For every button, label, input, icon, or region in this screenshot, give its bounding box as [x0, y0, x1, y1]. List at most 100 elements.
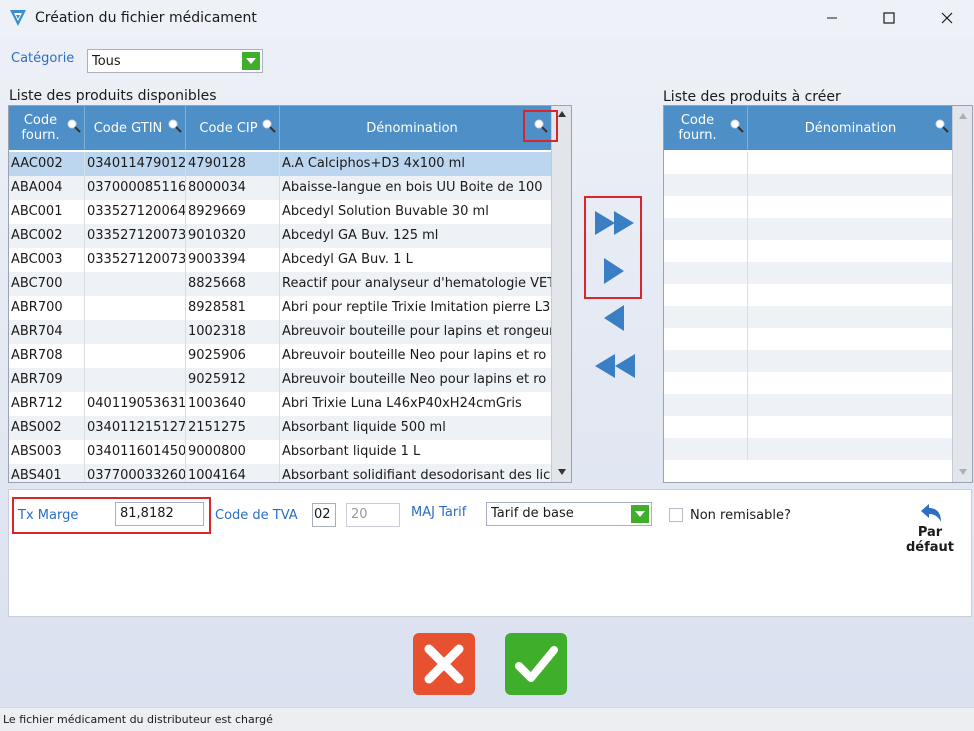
table-row[interactable]: ABR700 8928581 Abri pour reptile Trixie Im…: [9, 296, 552, 320]
title-bar: Création du fichier médicament: [0, 0, 974, 36]
scroll-up-icon[interactable]: [958, 112, 968, 120]
table-row[interactable]: ABR712 040119053631 1003640 Abri Trixie Lun…: [9, 392, 552, 416]
non-remisable-label: Non remisable?: [690, 508, 791, 523]
cancel-x-icon: [424, 644, 464, 684]
table-row[interactable]: ABC002 033527120073 9010320 Abcedyl GA Buv.…: [9, 224, 552, 248]
cancel-button[interactable]: [413, 633, 475, 695]
empty-cell: [664, 196, 748, 218]
maj-tarif-value: Tarif de base: [491, 506, 574, 521]
code-cip-cell: 1004164: [186, 464, 280, 482]
empty-cell: [664, 262, 748, 284]
available-products-grid[interactable]: Code fourn. Code GTIN Code CIP Dénominat…: [8, 105, 572, 483]
scroll-down-icon[interactable]: [557, 468, 567, 476]
remove-one-button[interactable]: [603, 304, 625, 332]
tocreate-products-grid[interactable]: Code fourn. Dénomination: [663, 105, 973, 483]
code-gtin-cell: 033527120073: [85, 248, 186, 272]
tocreate-list-title: Liste des produits à créer: [663, 89, 841, 105]
empty-cell: [664, 284, 748, 306]
code-fourn-cell: ABC700: [9, 272, 85, 296]
validate-button[interactable]: [505, 633, 567, 695]
par-defaut-button[interactable]: Par défaut: [900, 500, 960, 558]
code-fourn-cell: ABA004: [9, 176, 85, 200]
empty-row: [664, 174, 953, 196]
undo-arrow-icon: [921, 504, 941, 522]
table-row[interactable]: ABR704 1002318 Abreuvoir bouteille pour la…: [9, 320, 552, 344]
denomination-cell: Absorbant liquide 500 ml: [282, 420, 446, 435]
non-remisable-checkbox[interactable]: [669, 508, 683, 522]
code-cip-cell: 8929669: [186, 200, 280, 224]
chevron-down-icon[interactable]: [631, 505, 649, 523]
table-row[interactable]: ABS003 034011601450 9000800 Absorbant liqui…: [9, 440, 552, 464]
code-fourn-cell: ABC002: [9, 224, 85, 248]
code-cip-cell: 4790128: [186, 152, 280, 176]
search-icon[interactable]: [935, 119, 949, 133]
table-row[interactable]: AAC002 034011479012 4790128 A.A Calciphos+D…: [9, 152, 552, 176]
close-button[interactable]: [937, 8, 957, 28]
denomination-cell: Abreuvoir bouteille Neo pour lapins et r…: [282, 348, 547, 363]
empty-row: [664, 416, 953, 438]
empty-cell: [664, 416, 748, 438]
denomination-cell: Absorbant liquide 1 L: [282, 444, 421, 459]
empty-row: [664, 284, 953, 306]
empty-cell: [664, 350, 748, 372]
code-tva-label: Code de TVA: [215, 508, 298, 523]
window-title: Création du fichier médicament: [35, 10, 257, 26]
table-row[interactable]: ABR708 9025906 Abreuvoir bouteille Neo pou…: [9, 344, 552, 368]
denomination-cell: A.A Calciphos+D3 4x100 ml: [282, 156, 465, 171]
scroll-up-icon[interactable]: [557, 110, 567, 118]
denomination-cell: Abaisse-langue en bois UU Boite de 100: [282, 180, 543, 195]
search-icon[interactable]: [730, 119, 744, 133]
empty-cell: [664, 240, 748, 262]
grid-header: Code fourn. Dénomination: [664, 106, 953, 150]
add-all-button[interactable]: [594, 210, 636, 236]
column-header-code-fourn[interactable]: Code fourn.: [9, 106, 85, 150]
code-cip-cell: 9000800: [186, 440, 280, 464]
table-row[interactable]: ABA004 037000085116 8000034 Abaisse-langue …: [9, 176, 552, 200]
search-icon[interactable]: [262, 119, 276, 133]
denomination-cell: Abcedyl GA Buv. 1 L: [282, 252, 413, 267]
code-fourn-cell: ABR712: [9, 392, 85, 416]
par-defaut-label-2: défaut: [905, 540, 955, 555]
code-gtin-cell: [85, 296, 186, 320]
chevron-down-icon[interactable]: [242, 52, 260, 70]
empty-cell: [664, 218, 748, 240]
add-one-button[interactable]: [603, 257, 625, 285]
table-row[interactable]: ABC003 033527120073 9003394 Abcedyl GA Buv.…: [9, 248, 552, 272]
table-row[interactable]: ABR709 9025912 Abreuvoir bouteille Neo pou…: [9, 368, 552, 392]
table-row[interactable]: ABS401 037700033260 1004164 Absorbant solid…: [9, 464, 552, 483]
maj-tarif-label: MAJ Tarif: [411, 505, 467, 520]
minimize-button[interactable]: [822, 8, 842, 28]
categorie-select[interactable]: Tous: [87, 49, 263, 73]
tva-rate-field: 20: [346, 503, 400, 527]
available-scrollbar[interactable]: [551, 106, 571, 482]
maj-tarif-select[interactable]: Tarif de base: [486, 502, 652, 526]
column-header-code-gtin[interactable]: Code GTIN: [85, 106, 186, 150]
empty-cell: [664, 394, 748, 416]
table-row[interactable]: ABC001 033527120064 8929669 Abcedyl Solutio…: [9, 200, 552, 224]
column-header-denomination[interactable]: Dénomination: [748, 106, 953, 150]
scroll-down-icon[interactable]: [958, 468, 968, 476]
column-header-code-fourn[interactable]: Code fourn.: [664, 106, 748, 150]
grid-header: Code fourn. Code GTIN Code CIP Dénominat…: [9, 106, 552, 150]
table-row[interactable]: ABC700 8825668 Reactif pour analyseur d'he…: [9, 272, 552, 296]
code-tva-input[interactable]: 02: [312, 503, 336, 527]
tocreate-scrollbar[interactable]: [952, 106, 972, 482]
empty-row: [664, 152, 953, 174]
column-header-denomination[interactable]: Dénomination: [280, 106, 552, 150]
denomination-cell: Absorbant solidifiant desodorisant des l…: [282, 468, 551, 483]
empty-row: [664, 328, 953, 350]
table-row[interactable]: ABS002 034011215127 2151275 Absorbant liqui…: [9, 416, 552, 440]
tx-marge-input[interactable]: 81,8182: [115, 502, 204, 526]
remove-all-button[interactable]: [594, 353, 636, 379]
column-header-code-cip[interactable]: Code CIP: [186, 106, 280, 150]
code-gtin-cell: 040119053631: [85, 392, 186, 416]
empty-row: [664, 218, 953, 240]
search-icon[interactable]: [168, 119, 182, 133]
maximize-button[interactable]: [879, 8, 899, 28]
search-icon[interactable]: [67, 119, 81, 133]
code-fourn-cell: ABC003: [9, 248, 85, 272]
code-gtin-cell: 033527120073: [85, 224, 186, 248]
maximize-icon: [883, 12, 895, 24]
empty-cell: [664, 152, 748, 174]
code-fourn-cell: ABR709: [9, 368, 85, 392]
